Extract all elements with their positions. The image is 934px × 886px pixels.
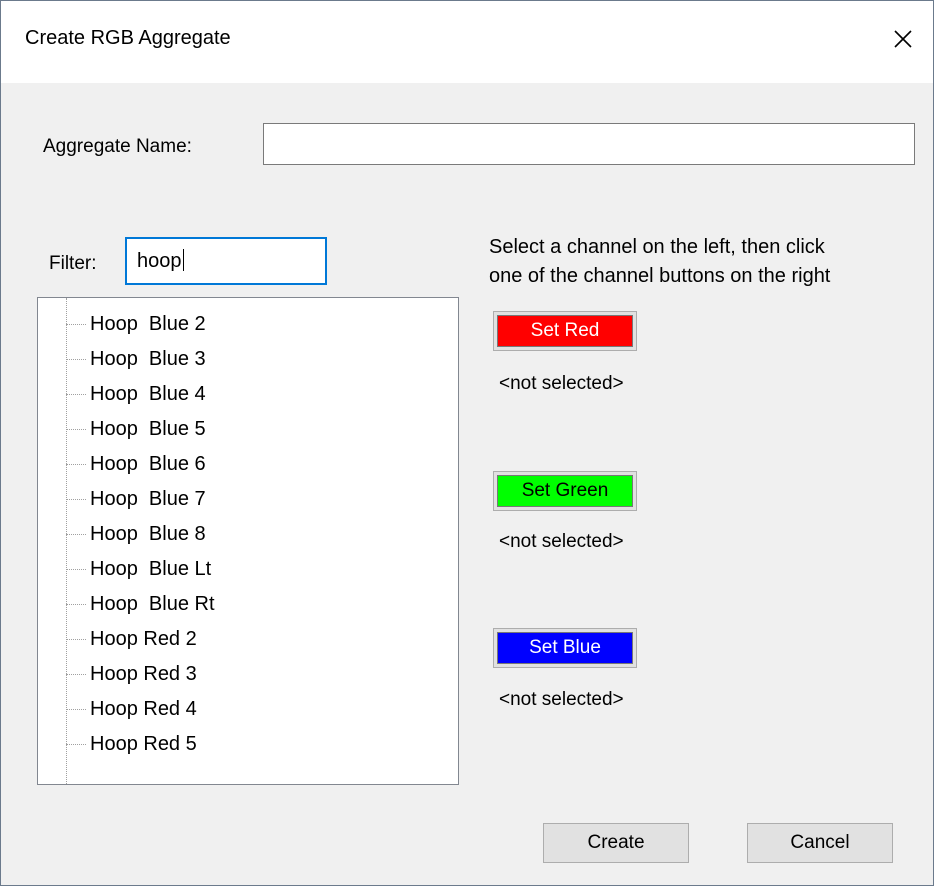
set-green-label: Set Green — [497, 475, 633, 507]
filter-input[interactable]: hoop — [125, 237, 327, 285]
tree-connector — [66, 568, 86, 570]
aggregate-name-input[interactable] — [263, 123, 915, 165]
list-item-label: Hoop Blue 2 — [90, 312, 206, 335]
green-channel-status: <not selected> — [499, 531, 624, 552]
instructions-line-1: Select a channel on the left, then click — [489, 236, 825, 258]
list-item[interactable]: Hoop Blue 5 — [66, 412, 206, 446]
tree-connector — [66, 498, 86, 500]
list-item-label: Hoop Blue 7 — [90, 487, 206, 510]
list-item[interactable]: Hoop Red 5 — [66, 727, 197, 761]
list-item-label: Hoop Red 4 — [90, 697, 197, 720]
blue-channel-status: <not selected> — [499, 689, 624, 710]
title-bar: Create RGB Aggregate — [1, 1, 933, 83]
list-item-label: Hoop Red 2 — [90, 627, 197, 650]
tree-connector — [66, 428, 86, 430]
list-item-label: Hoop Blue 6 — [90, 452, 206, 475]
scroll-up-button[interactable] — [458, 298, 459, 332]
dialog-title: Create RGB Aggregate — [25, 27, 231, 49]
tree-connector — [66, 323, 86, 325]
red-channel-status: <not selected> — [499, 373, 624, 394]
set-green-button[interactable]: Set Green — [493, 471, 637, 511]
list-item-label: Hoop Blue 8 — [90, 522, 206, 545]
list-item-label: Hoop Blue Rt — [90, 592, 215, 615]
create-button[interactable]: Create — [543, 823, 689, 863]
tree-connector — [66, 638, 86, 640]
list-item[interactable]: Hoop Blue 3 — [66, 342, 206, 376]
list-item-label: Hoop Blue 4 — [90, 382, 206, 405]
list-item[interactable]: Hoop Red 2 — [66, 622, 197, 656]
tree-connector — [66, 708, 86, 710]
list-item[interactable]: Hoop Blue 2 — [66, 307, 206, 341]
tree-connector — [66, 463, 86, 465]
list-item[interactable]: Hoop Red 4 — [66, 692, 197, 726]
list-item[interactable]: Hoop Blue 4 — [66, 377, 206, 411]
filter-label: Filter: — [49, 253, 97, 274]
list-item[interactable]: Hoop Red 3 — [66, 657, 197, 691]
close-icon — [894, 30, 912, 48]
list-item[interactable]: Hoop Blue Lt — [66, 552, 211, 586]
tree-connector — [66, 603, 86, 605]
aggregate-name-label: Aggregate Name: — [43, 136, 192, 157]
set-blue-label: Set Blue — [497, 632, 633, 664]
text-caret — [182, 249, 184, 271]
set-red-button[interactable]: Set Red — [493, 311, 637, 351]
list-item-label: Hoop Blue 3 — [90, 347, 206, 370]
set-blue-button[interactable]: Set Blue — [493, 628, 637, 668]
instructions-line-2: one of the channel buttons on the right — [489, 265, 831, 287]
tree-connector — [66, 743, 86, 745]
list-item-label: Hoop Red 5 — [90, 732, 197, 755]
scroll-down-button[interactable] — [458, 750, 459, 784]
list-item-label: Hoop Blue 5 — [90, 417, 206, 440]
close-button[interactable] — [873, 9, 933, 69]
create-rgb-aggregate-dialog: Create RGB Aggregate Aggregate Name: Fil… — [0, 0, 934, 886]
instructions-text: Select a channel on the left, then click… — [489, 233, 830, 291]
cancel-button[interactable]: Cancel — [747, 823, 893, 863]
list-item[interactable]: Hoop Blue 7 — [66, 482, 206, 516]
channel-tree-list[interactable]: Hoop Blue 2 Hoop Blue 3 Hoop Blue 4 Hoop Bl… — [37, 297, 459, 785]
filter-value: hoop — [137, 250, 182, 272]
vertical-scrollbar[interactable] — [458, 298, 459, 784]
list-item[interactable]: Hoop Blue 8 — [66, 517, 206, 551]
list-item-label: Hoop Blue Lt — [90, 557, 212, 580]
tree-connector — [66, 533, 86, 535]
set-red-label: Set Red — [497, 315, 633, 347]
list-item[interactable]: Hoop Blue Rt — [66, 587, 215, 621]
tree-connector — [66, 358, 86, 360]
tree-connector — [66, 393, 86, 395]
list-item[interactable]: Hoop Blue 6 — [66, 447, 206, 481]
tree-connector — [66, 673, 86, 675]
list-item-label: Hoop Red 3 — [90, 662, 197, 685]
